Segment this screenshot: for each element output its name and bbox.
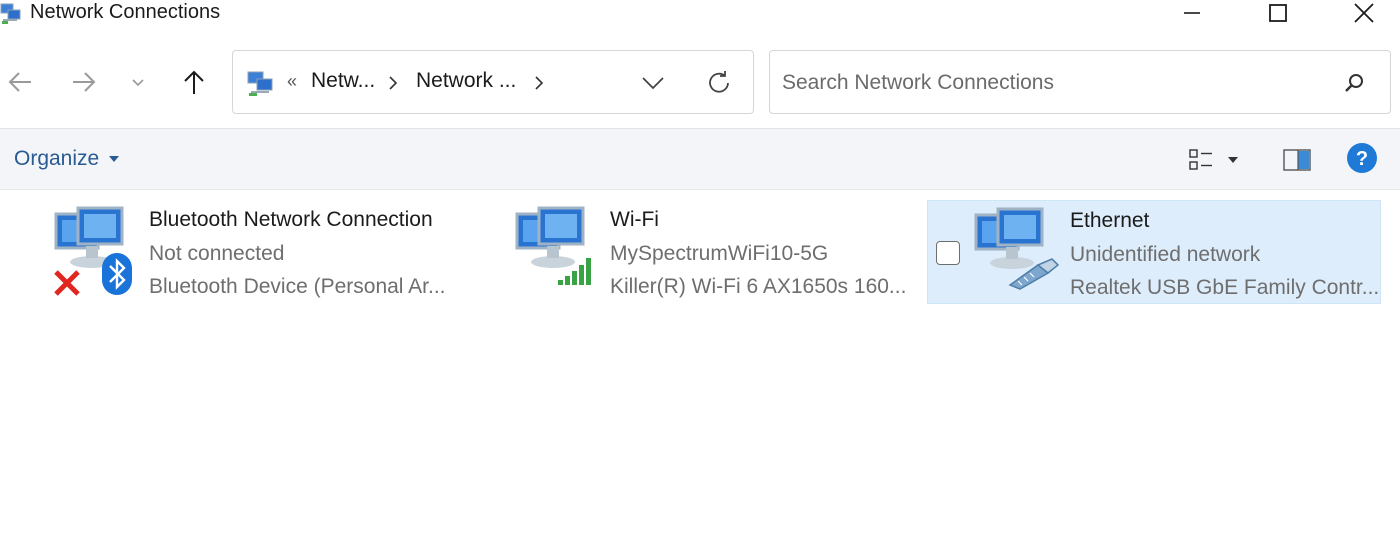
connection-name: Wi-Fi [610,208,659,231]
caret-down-icon [1228,157,1238,163]
connection-device: Killer(R) Wi-Fi 6 AX1650s 160... [610,275,907,298]
chevron-down-icon [132,79,144,87]
help-button[interactable]: ? [1346,142,1378,174]
connection-status: MySpectrumWiFi10-5G [610,242,829,265]
connection-name: Bluetooth Network Connection [149,208,433,231]
network-connections-icon [247,71,273,96]
chevron-down-icon [642,77,664,90]
command-bar: Organize [0,128,1400,190]
search-input[interactable] [782,67,1322,99]
recent-locations-button[interactable] [120,62,156,102]
refresh-button[interactable] [703,67,735,99]
forward-button[interactable] [64,62,104,102]
breadcrumb-separator[interactable] [385,73,401,93]
refresh-icon [709,71,729,93]
maximize-button[interactable] [1248,0,1308,26]
wifi-signal-icon [558,258,591,285]
minimize-button[interactable] [1162,0,1222,26]
caret-down-icon [109,156,120,162]
connection-item-bluetooth[interactable]: Bluetooth Network Connection Not connect… [44,200,474,304]
connection-device: Bluetooth Device (Personal Ar... [149,275,446,298]
close-icon [1354,3,1374,23]
search-icon[interactable] [1340,69,1368,97]
connection-status: Unidentified network [1070,243,1261,266]
address-dropdown-button[interactable] [637,67,669,99]
preview-pane-button[interactable] [1280,145,1314,175]
window-title: Network Connections [30,1,221,23]
help-icon: ? [1347,143,1377,173]
breadcrumb-network[interactable]: Netw... [311,69,375,93]
connection-status: Not connected [149,242,285,265]
breadcrumb-network-connections[interactable]: Network ... [416,69,516,93]
arrow-up-icon [184,70,204,94]
connection-item-wifi[interactable]: Wi-Fi MySpectrumWiFi10-5G Killer(R) Wi-F… [505,200,915,304]
maximize-icon [1269,4,1287,22]
close-button[interactable] [1334,0,1394,26]
back-button[interactable] [0,62,40,102]
up-button[interactable] [174,62,214,102]
connection-item-ethernet[interactable]: Ethernet Unidentified network Realtek US… [927,200,1381,304]
select-checkbox[interactable] [936,241,960,265]
preview-pane-icon [1283,149,1311,171]
chevron-right-icon [535,76,544,90]
view-options-icon [1189,149,1212,170]
ethernet-cable-icon [1008,258,1060,290]
network-connections-app-icon [0,3,21,24]
connection-device: Realtek USB GbE Family Contr... [1070,276,1380,299]
arrow-right-icon [73,72,96,92]
svg-text:?: ? [1356,148,1368,170]
arrow-left-icon [8,72,31,92]
organize-label: Organize [14,147,100,170]
title-bar: Network Connections [0,0,1400,26]
organize-button[interactable]: Organize [14,147,120,171]
chevron-right-icon [389,76,398,90]
search-box[interactable] [769,50,1391,114]
breadcrumb-separator[interactable] [531,73,547,93]
connection-name: Ethernet [1070,209,1150,232]
change-view-button[interactable] [1188,143,1252,177]
address-bar[interactable]: « Netw... Network ... [232,50,754,114]
minimize-icon [1184,12,1200,14]
disconnected-x-icon [54,270,80,296]
overflow-crumbs-button[interactable]: « [287,71,297,92]
bluetooth-icon [102,253,132,295]
